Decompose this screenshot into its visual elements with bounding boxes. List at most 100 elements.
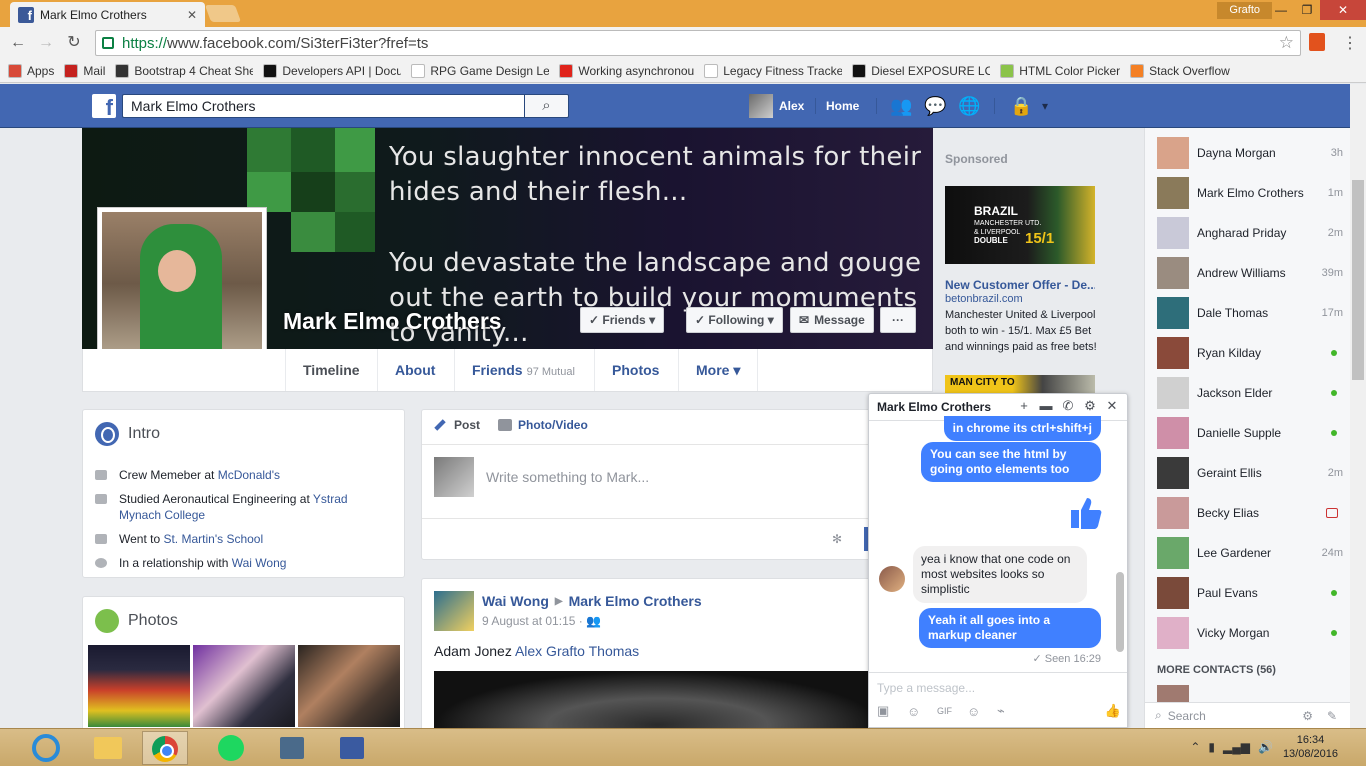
back-arrow-icon[interactable]: ← <box>8 33 28 53</box>
contact-row[interactable]: Paul Evans <box>1157 576 1343 610</box>
bookmark-item[interactable]: Mail <box>64 63 105 78</box>
contact-row[interactable]: Becky Elias <box>1157 496 1343 530</box>
phone-call-icon[interactable]: ✆ <box>1057 398 1079 414</box>
post-mention-link[interactable]: Alex Grafto Thomas <box>515 643 639 659</box>
chat-search[interactable]: ⌕ Search ⚙ ✎ <box>1145 702 1350 728</box>
office-extension-icon[interactable] <box>1309 33 1325 51</box>
following-button[interactable]: ✓ Following ▾ <box>686 307 783 333</box>
bookmark-item[interactable]: HTML Color Picker <box>1000 63 1120 78</box>
contact-row[interactable]: Dayna Morgan 3h <box>1157 136 1343 170</box>
composer-tab-photo[interactable]: Photo/Video <box>498 418 588 432</box>
bookmark-item[interactable]: Apps <box>8 63 54 78</box>
contact-row[interactable]: Angharad Priday 2m <box>1157 216 1343 250</box>
attachment-icon[interactable]: ⌁ <box>997 703 1027 719</box>
forward-arrow-icon[interactable]: → <box>36 33 56 53</box>
like-thumbs-up-icon[interactable]: 👍 <box>1105 703 1121 719</box>
taskbar-file-explorer[interactable] <box>86 731 132 765</box>
post-author-link[interactable]: Wai Wong <box>482 593 549 609</box>
bookmark-item[interactable]: Legacy Fitness Tracke <box>704 63 842 78</box>
taskbar-app[interactable] <box>330 731 376 765</box>
contact-row[interactable]: Mark Elmo Crothers 1m <box>1157 176 1343 210</box>
bookmark-item[interactable]: Developers API | Docu <box>263 63 401 78</box>
new-message-icon[interactable]: ✎ <box>1327 709 1337 723</box>
tray-expand-icon[interactable]: ⌃ <box>1190 740 1200 754</box>
ad-domain[interactable]: betonbrazil.com <box>945 293 1023 305</box>
reload-icon[interactable]: ↻ <box>64 33 84 53</box>
scrollbar-thumb[interactable] <box>1352 180 1364 380</box>
tab-photos[interactable]: Photos <box>594 349 676 391</box>
contact-row[interactable]: Jackson Elder <box>1157 376 1343 410</box>
account-menu-chevron-down-icon[interactable]: ▾ <box>1034 95 1056 117</box>
messages-icon[interactable]: 💬 <box>924 95 946 117</box>
taskbar-clock[interactable]: 16:34 13/08/2016 <box>1283 733 1338 761</box>
chrome-menu-icon[interactable]: ⋮ <box>1342 33 1358 53</box>
browser-tab[interactable]: f Mark Elmo Crothers ✕ <box>10 2 205 27</box>
chat-options-gear-icon[interactable]: ⚙ <box>1079 398 1101 414</box>
window-close-icon[interactable]: ✕ <box>1320 0 1366 20</box>
photo-thumbnail[interactable] <box>88 645 190 727</box>
tab-friends[interactable]: Friends 97 Mutual <box>454 349 592 391</box>
browser-profile-badge[interactable]: Grafto <box>1217 2 1272 19</box>
video-call-icon[interactable]: ▬ <box>1035 398 1057 414</box>
second-ad-image[interactable]: MAN CITY TO <box>945 375 1095 395</box>
tab-timeline[interactable]: Timeline <box>285 349 377 391</box>
facebook-logo-icon[interactable]: f <box>92 94 116 119</box>
privacy-shortcuts-icon[interactable]: 🔒 <box>1010 95 1032 117</box>
bookmark-item[interactable]: Bootstrap 4 Cheat She <box>115 63 253 78</box>
contact-row[interactable]: Dale Thomas 17m <box>1157 296 1343 330</box>
friend-requests-icon[interactable]: 👥 <box>890 95 912 117</box>
composer-tab-post[interactable]: Post <box>434 418 480 432</box>
gif-icon[interactable]: GIF <box>937 706 967 716</box>
header-profile-link[interactable]: Alex <box>749 94 804 118</box>
tray-battery-icon[interactable]: ▮ <box>1208 740 1215 754</box>
taskbar-chrome[interactable] <box>142 731 188 765</box>
bookmark-item[interactable]: RPG Game Design Les <box>411 63 549 78</box>
search-icon[interactable]: ⌕ <box>524 94 569 118</box>
contact-row[interactable]: Ryan Kilday <box>1157 336 1343 370</box>
intro-link[interactable]: McDonald's <box>218 468 280 482</box>
contact-row[interactable]: Vicky Morgan <box>1157 616 1343 650</box>
photo-thumbnail[interactable] <box>193 645 295 727</box>
chat-scrollbar[interactable] <box>1115 422 1125 662</box>
sticker-icon[interactable]: ☺ <box>907 704 937 719</box>
avatar[interactable] <box>434 591 474 631</box>
contact-row[interactable]: Geraint Ellis 2m <box>1157 456 1343 490</box>
chat-message-input[interactable]: Type a message... <box>877 681 975 695</box>
post-timestamp[interactable]: 9 August at 01:15 · 👥 <box>482 614 601 628</box>
emoji-icon[interactable]: ☺ <box>967 704 997 719</box>
photo-thumbnail[interactable] <box>298 645 400 727</box>
ad-title-link[interactable]: New Customer Offer - De... <box>945 278 1095 292</box>
message-button[interactable]: ✉ Message <box>790 307 874 333</box>
restore-icon[interactable]: ❐ <box>1294 0 1320 20</box>
chat-settings-icon[interactable]: ⚙ <box>1302 709 1313 723</box>
add-people-icon[interactable]: + <box>1013 398 1035 414</box>
more-options-button[interactable]: ··· <box>880 307 916 333</box>
contact-row[interactable]: Lee Gardener 24m <box>1157 536 1343 570</box>
page-scrollbar[interactable] <box>1350 84 1366 728</box>
taskbar-spotify[interactable] <box>210 731 256 765</box>
facebook-search-input[interactable] <box>122 94 524 118</box>
contact-row[interactable]: Andrew Williams 39m <box>1157 256 1343 290</box>
chat-window-title[interactable]: Mark Elmo Crothers <box>877 400 991 414</box>
tab-about[interactable]: About <box>377 349 452 391</box>
bookmark-item[interactable]: Stack Overflow <box>1130 63 1230 78</box>
intro-link[interactable]: Wai Wong <box>232 556 287 570</box>
home-link[interactable]: Home <box>826 94 859 118</box>
post-photo[interactable] <box>434 671 872 731</box>
bookmark-item[interactable]: Diesel EXPOSURE LOV <box>852 63 990 78</box>
internet-explorer-icon[interactable] <box>32 734 60 762</box>
tab-more[interactable]: More ▾ <box>678 349 759 391</box>
bookmark-star-icon[interactable]: ☆ <box>1279 33 1294 53</box>
friends-button[interactable]: ✓ Friends ▾ <box>580 307 665 333</box>
scrollbar-thumb[interactable] <box>1116 572 1124 652</box>
composer-settings-icon[interactable]: ✻ <box>832 532 842 546</box>
notifications-globe-icon[interactable]: 🌐 <box>958 95 980 117</box>
taskbar-network-app[interactable] <box>270 731 316 765</box>
contact-row[interactable]: Danielle Supple <box>1157 416 1343 450</box>
ad-image[interactable]: BRAZIL MANCHESTER UTD. & LIVERPOOL DOUBL… <box>945 186 1095 264</box>
close-icon[interactable]: ✕ <box>1101 398 1123 414</box>
post-target-link[interactable]: Mark Elmo Crothers <box>569 593 702 609</box>
profile-name[interactable]: Mark Elmo Crothers <box>283 308 502 335</box>
new-tab-button[interactable] <box>204 5 242 22</box>
intro-link[interactable]: St. Martin's School <box>163 532 263 546</box>
